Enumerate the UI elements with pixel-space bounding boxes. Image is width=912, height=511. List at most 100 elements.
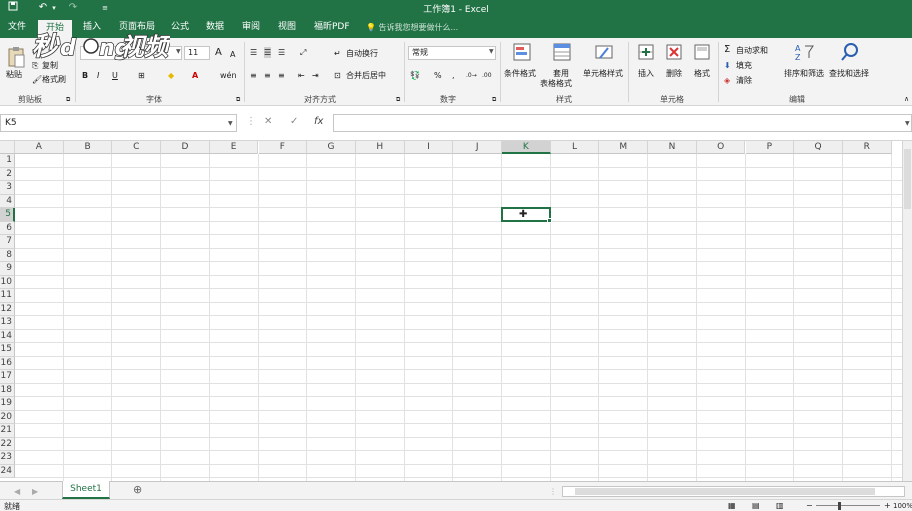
column-header-p[interactable]: P <box>745 141 795 154</box>
row-header-6[interactable]: 6 <box>0 221 15 235</box>
font-size-select[interactable]: 11 <box>184 46 210 60</box>
page-layout-view-icon[interactable]: ▤ <box>752 500 760 511</box>
active-cell[interactable]: ✚ <box>501 207 552 223</box>
column-header-k[interactable]: K <box>502 141 551 154</box>
column-header-h[interactable]: H <box>355 141 405 154</box>
row-header-13[interactable]: 13 <box>0 316 15 330</box>
column-header-e[interactable]: E <box>209 141 259 154</box>
horizontal-scroll-thumb[interactable] <box>575 488 875 495</box>
dialog-launcher-icon[interactable]: ⧉ <box>236 94 240 105</box>
wrap-text-icon[interactable]: ↵ <box>334 48 341 59</box>
merge-center-button[interactable]: 合并后居中 <box>346 70 386 81</box>
row-header-14[interactable]: 14 <box>0 329 15 343</box>
align-bottom-icon[interactable]: ☰ <box>278 47 285 58</box>
borders-icon[interactable]: ⊞ <box>138 70 145 81</box>
row-header-4[interactable]: 4 <box>0 194 15 208</box>
cell-styles-icon[interactable] <box>594 42 614 62</box>
dialog-launcher-icon[interactable]: ⧉ <box>396 94 400 105</box>
orientation-icon[interactable]: ⤢ <box>300 47 306 58</box>
column-header-m[interactable]: M <box>599 141 649 154</box>
insert-button[interactable]: 插入 <box>638 68 654 79</box>
row-header-21[interactable]: 21 <box>0 424 15 438</box>
align-top-icon[interactable]: ☰ <box>250 47 257 58</box>
sort-filter-icon[interactable]: AZ <box>794 42 814 62</box>
column-header-a[interactable]: A <box>15 141 64 154</box>
column-header-d[interactable]: D <box>161 141 210 154</box>
fill-color-icon[interactable]: ◆ <box>168 70 174 81</box>
formula-bar-splitter-icon[interactable]: ⋮ <box>246 116 256 127</box>
clear-button[interactable]: 清除 <box>736 75 752 86</box>
tab-formulas[interactable]: 公式 <box>171 21 189 34</box>
row-header-12[interactable]: 12 <box>0 302 15 316</box>
fill-icon[interactable]: ⬇ <box>724 60 731 71</box>
delete-cells-icon[interactable] <box>664 42 684 62</box>
zoom-slider[interactable] <box>816 505 880 506</box>
dialog-launcher-icon[interactable]: ⧉ <box>66 94 70 105</box>
percent-button[interactable]: % <box>434 70 442 81</box>
align-right-icon[interactable]: ≡ <box>278 70 285 81</box>
tab-foxit-pdf[interactable]: 福昕PDF <box>314 21 350 34</box>
row-header-24[interactable]: 24 <box>0 464 15 478</box>
name-box[interactable]: K5 <box>0 114 237 132</box>
bold-button[interactable]: B <box>82 70 88 81</box>
format-as-table-button[interactable]: 表格格式 <box>540 78 572 89</box>
column-header-q[interactable]: Q <box>794 141 843 154</box>
cancel-icon[interactable]: ✕ <box>264 116 272 127</box>
column-header-f[interactable]: F <box>258 141 308 154</box>
row-header-20[interactable]: 20 <box>0 410 15 424</box>
column-header-c[interactable]: C <box>112 141 162 154</box>
font-color-icon[interactable]: A <box>192 70 198 81</box>
find-select-icon[interactable] <box>840 42 860 62</box>
row-header-11[interactable]: 11 <box>0 289 15 303</box>
column-header-j[interactable]: J <box>453 141 502 154</box>
scroll-tabs-right-icon[interactable]: ▶ <box>32 486 38 497</box>
fill-button[interactable]: 填充 <box>736 60 752 71</box>
conditional-format-icon[interactable] <box>512 42 532 62</box>
shrink-font-button[interactable]: A <box>230 49 235 60</box>
column-header-o[interactable]: O <box>696 141 746 154</box>
worksheet-grid[interactable]: A B C D E F G H I J K L M N O P Q R 1 2 3 4 5 6 7 8 9 10 11 12 13 14 15 1… <box>0 141 912 481</box>
format-as-table-icon[interactable] <box>552 42 572 62</box>
row-header-17[interactable]: 17 <box>0 370 15 384</box>
format-cells-icon[interactable] <box>692 42 712 62</box>
formula-input[interactable] <box>333 114 912 132</box>
tab-splitter-icon[interactable]: ⋮ <box>549 486 557 497</box>
fill-handle[interactable] <box>546 217 552 223</box>
row-header-23[interactable]: 23 <box>0 451 15 465</box>
align-center-icon[interactable]: ≡ <box>264 70 271 81</box>
column-header-r[interactable]: R <box>842 141 892 154</box>
tab-file[interactable]: 文件 <box>8 21 26 34</box>
select-all-corner[interactable] <box>0 141 15 154</box>
comma-button[interactable]: , <box>452 70 455 81</box>
row-header-19[interactable]: 19 <box>0 397 15 411</box>
format-painter-button[interactable]: 格式刷 <box>42 74 66 85</box>
horizontal-scrollbar[interactable] <box>562 486 905 497</box>
align-left-icon[interactable]: ≡ <box>250 70 257 81</box>
collapse-ribbon-icon[interactable]: ∧ <box>904 94 909 105</box>
enter-icon[interactable]: ✓ <box>290 116 298 127</box>
grow-font-button[interactable]: A <box>215 47 222 58</box>
chevron-down-icon[interactable]: ▼ <box>228 120 233 127</box>
column-header-l[interactable]: L <box>550 141 600 154</box>
scroll-tabs-left-icon[interactable]: ◀ <box>14 486 20 497</box>
phonetic-icon[interactable]: wén <box>220 70 237 81</box>
normal-view-icon[interactable]: ▦ <box>728 500 736 511</box>
delete-button[interactable]: 删除 <box>666 68 682 79</box>
row-header-5[interactable]: 5 <box>0 208 15 222</box>
clear-icon[interactable]: ◈ <box>724 75 730 86</box>
row-header-10[interactable]: 10 <box>0 275 15 289</box>
italic-button[interactable]: I <box>97 70 99 81</box>
number-format-select[interactable]: 常规 <box>408 46 496 60</box>
row-header-2[interactable]: 2 <box>0 167 15 181</box>
row-header-9[interactable]: 9 <box>0 262 15 276</box>
tell-me-search[interactable]: 💡 告诉我您想要做什么... <box>366 22 458 33</box>
format-button[interactable]: 格式 <box>694 68 710 79</box>
tab-view[interactable]: 视图 <box>278 21 296 34</box>
paste-icon[interactable] <box>6 46 26 68</box>
column-header-b[interactable]: B <box>63 141 113 154</box>
row-header-8[interactable]: 8 <box>0 248 15 262</box>
increase-decimal-icon[interactable]: .0→ <box>466 70 477 81</box>
currency-icon[interactable]: 💱 <box>410 70 420 81</box>
column-header-n[interactable]: N <box>648 141 697 154</box>
expand-formula-bar-icon[interactable]: ▼ <box>905 120 910 127</box>
